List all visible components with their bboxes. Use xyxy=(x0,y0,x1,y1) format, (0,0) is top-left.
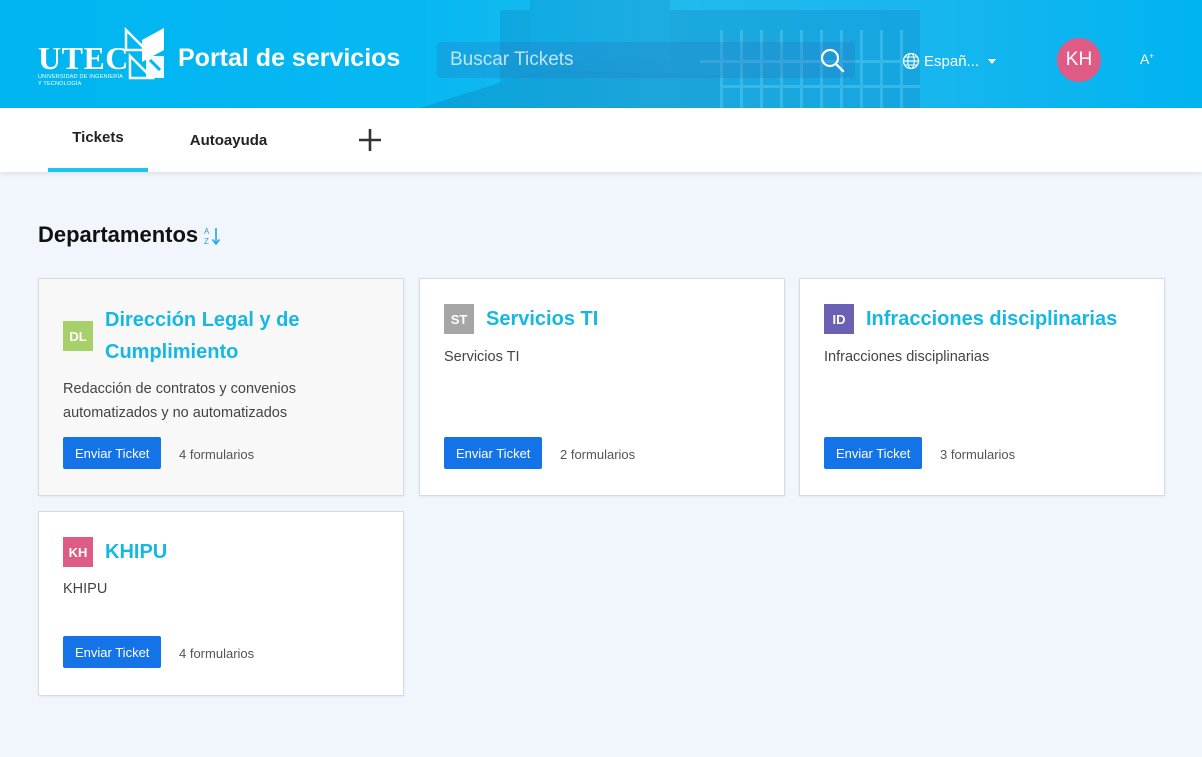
send-ticket-button[interactable]: Enviar Ticket xyxy=(444,437,543,469)
utec-logo[interactable]: UTEC UNIVERSIDAD DE INGENIERÍA Y TECNOLO… xyxy=(38,26,168,90)
plus-icon xyxy=(359,129,381,151)
utec-logo-mark-icon xyxy=(124,26,164,80)
tab-autoayuda[interactable]: Autoayuda xyxy=(180,108,277,172)
department-title-line: Cumplimiento xyxy=(105,341,239,363)
svg-text:Z: Z xyxy=(204,237,209,246)
department-description-line: automatizados y no automatizados xyxy=(63,405,288,421)
department-title[interactable]: KHIPU xyxy=(105,536,167,568)
logo-text: UTEC xyxy=(38,40,129,76)
search-icon[interactable] xyxy=(819,47,845,73)
font-size-toggle[interactable]: A+ xyxy=(1140,51,1154,67)
svg-text:A: A xyxy=(204,227,210,236)
department-badge: ST xyxy=(444,304,474,334)
search-input[interactable] xyxy=(437,42,807,78)
send-ticket-button[interactable]: Enviar Ticket xyxy=(63,437,162,469)
department-card[interactable]: DL Dirección Legal y de Cumplimiento Red… xyxy=(38,278,404,496)
department-description-line: Redacción de contratos y convenios xyxy=(63,381,296,397)
send-ticket-button[interactable]: Enviar Ticket xyxy=(63,636,162,668)
department-title[interactable]: Servicios TI xyxy=(486,303,598,335)
user-avatar[interactable]: KH xyxy=(1057,38,1101,82)
tab-bar: Tickets Autoayuda xyxy=(0,108,1202,172)
department-title[interactable]: Infracciones disciplinarias xyxy=(866,303,1117,335)
language-selector[interactable]: Españ... xyxy=(902,50,997,72)
department-card[interactable]: ID Infracciones disciplinarias Infraccio… xyxy=(799,278,1165,496)
department-description: KHIPU xyxy=(63,581,108,597)
department-description: Redacción de contratos y convenios autom… xyxy=(63,377,383,425)
department-title-line: Dirección Legal y de xyxy=(105,309,300,331)
send-ticket-button[interactable]: Enviar Ticket xyxy=(824,437,923,469)
tab-autoayuda-label: Autoayuda xyxy=(189,131,268,149)
forms-count: 3 formularios xyxy=(940,447,1016,462)
active-tab-indicator xyxy=(48,168,148,172)
language-label: Españ... xyxy=(924,52,980,70)
globe-icon xyxy=(902,52,920,70)
department-description: Servicios TI xyxy=(444,349,520,365)
department-card[interactable]: KH KHIPU KHIPU Enviar Ticket 4 formulari… xyxy=(38,511,404,696)
top-header: UTEC UNIVERSIDAD DE INGENIERÍA Y TECNOLO… xyxy=(0,0,1202,108)
search-box xyxy=(437,42,855,78)
forms-count: 2 formularios xyxy=(560,447,636,462)
chevron-down-icon xyxy=(988,59,997,64)
department-badge: KH xyxy=(63,537,93,567)
department-badge: ID xyxy=(824,304,854,334)
department-title[interactable]: Dirección Legal y de Cumplimiento xyxy=(105,304,300,368)
department-card[interactable]: ST Servicios TI Servicios TI Enviar Tick… xyxy=(419,278,785,496)
logo-subtitle: UNIVERSIDAD DE INGENIERÍA Y TECNOLOGÍA xyxy=(38,74,123,87)
tab-tickets-label: Tickets xyxy=(72,128,124,146)
section-title: Departamentos xyxy=(38,222,199,247)
department-description: Infracciones disciplinarias xyxy=(824,349,990,365)
tab-tickets[interactable]: Tickets xyxy=(48,108,148,172)
font-size-toggle-label: A xyxy=(1140,51,1150,67)
sort-alpha-icon[interactable]: A Z xyxy=(203,226,221,246)
font-size-plus-icon: + xyxy=(1149,51,1155,61)
add-tab-button[interactable] xyxy=(352,108,388,172)
portal-title: Portal de servicios xyxy=(178,44,401,72)
forms-count: 4 formularios xyxy=(179,447,255,462)
forms-count: 4 formularios xyxy=(179,646,255,661)
department-badge: DL xyxy=(63,321,93,351)
